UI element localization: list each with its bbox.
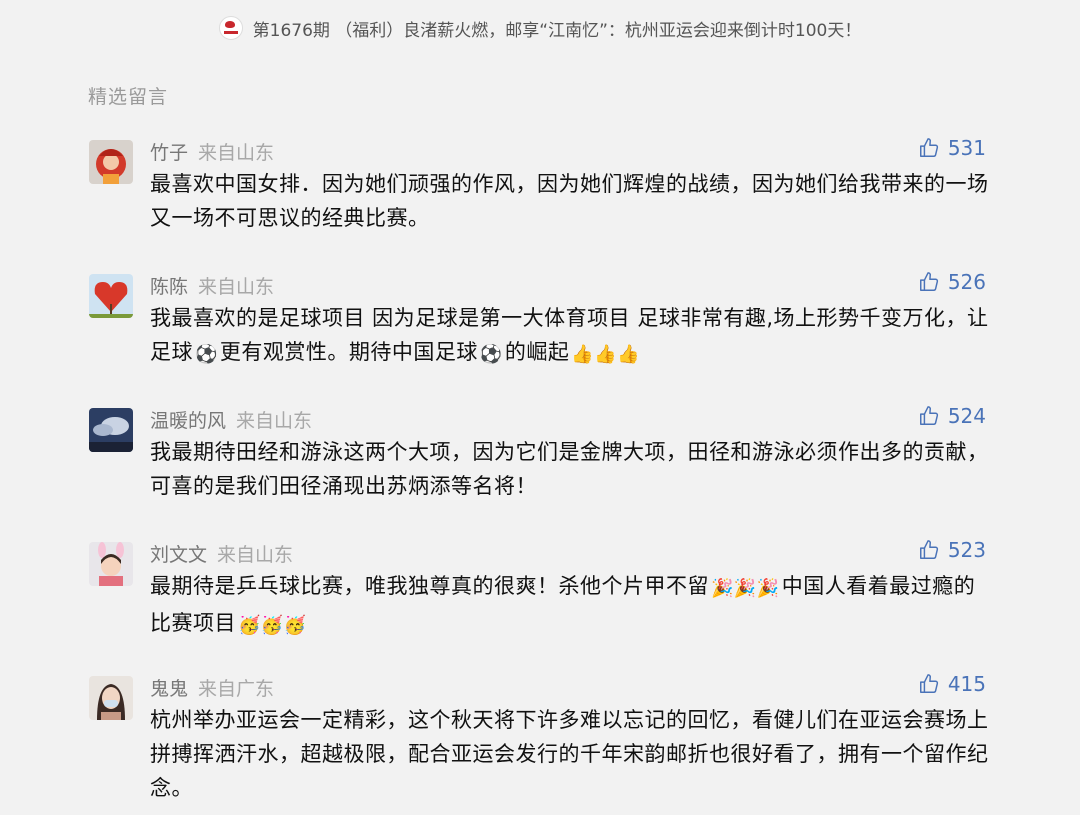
avatar[interactable] bbox=[89, 542, 133, 586]
commenter-location: 来自山东 bbox=[198, 142, 275, 164]
section-title: 精选留言 bbox=[88, 86, 169, 108]
commenter-location: 来自广东 bbox=[198, 678, 275, 700]
like-button[interactable]: 531 bbox=[918, 136, 986, 160]
article-header[interactable]: 第1676期 （福利）良渚薪火燃，邮享“江南忆”：杭州亚运会迎来倒计时100天！ bbox=[0, 0, 1080, 56]
thumbs-up-outline-icon bbox=[918, 539, 940, 561]
comment-meta: 温暖的风 来自山东 bbox=[150, 406, 312, 433]
avatar[interactable] bbox=[89, 140, 133, 184]
like-count: 524 bbox=[947, 404, 986, 428]
commenter-location: 来自山东 bbox=[198, 276, 275, 298]
thumbs-up-outline-icon bbox=[918, 137, 940, 159]
comment-item: 陈陈 来自山东 526 我最喜欢的是足球项目 因为足球是第一大体育项目 足球非常有… bbox=[0, 264, 1080, 398]
commenter-name[interactable]: 温暖的风 bbox=[150, 410, 226, 432]
like-count: 415 bbox=[947, 672, 986, 696]
comment-text: 最期待是乒乓球比赛，唯我独尊真的很爽！杀他个片甲不留 🎉🎉🎉中国人看着最过瘾的比赛… bbox=[150, 569, 990, 643]
comment-item: 刘文文 来自山东 523 最期待是乒乓球比赛，唯我独尊真的很爽！杀他个片甲不留 🎉🎉… bbox=[0, 532, 1080, 666]
thumbs-up-outline-icon bbox=[918, 271, 940, 293]
comment-text: 我最期待田经和游泳这两个大项，因为它们是金牌大项，田径和游泳必须作出多的贡献，可… bbox=[150, 440, 989, 498]
like-count: 523 bbox=[947, 538, 986, 562]
like-button[interactable]: 415 bbox=[918, 672, 986, 696]
thumbs-up-outline-icon bbox=[918, 405, 940, 427]
comment-list: 竹子 来自山东 531 最喜欢中国女排．因为她们顽强的作风，因为她们辉煌的战绩，因… bbox=[0, 130, 1080, 800]
avatar[interactable] bbox=[89, 408, 133, 452]
party-popper-icon: 🎉🎉🎉 bbox=[711, 578, 780, 599]
comment-text-part: 更有观赏性。期待中国足球 bbox=[219, 340, 478, 364]
avatar[interactable] bbox=[89, 274, 133, 318]
comment-meta: 刘文文 来自山东 bbox=[150, 540, 293, 567]
thumbs-up-outline-icon bbox=[918, 673, 940, 695]
comment-text: 最喜欢中国女排．因为她们顽强的作风，因为她们辉煌的战绩，因为她们给我带来的一场又… bbox=[150, 172, 989, 230]
comment-text: 杭州举办亚运会一定精彩，这个秋天将下许多难以忘记的回忆，看健儿们在亚运会赛场上拼… bbox=[150, 708, 989, 800]
avatar[interactable] bbox=[89, 676, 133, 720]
commenter-name[interactable]: 陈陈 bbox=[150, 276, 188, 298]
soccer-ball-icon: ⚽ bbox=[479, 344, 503, 365]
comment-text-part: 的崛起 bbox=[504, 340, 570, 364]
like-button[interactable]: 526 bbox=[918, 270, 986, 294]
comment-text: 我最喜欢的是足球项目 因为足球是第一大体育项目 足球非常有趣,场上形势千变万化，… bbox=[150, 301, 990, 372]
comment-item: 温暖的风 来自山东 524 我最期待田经和游泳这两个大项，因为它们是金牌大项，田径… bbox=[0, 398, 1080, 532]
commenter-name[interactable]: 竹子 bbox=[150, 142, 188, 164]
commenter-name[interactable]: 鬼鬼 bbox=[150, 678, 188, 700]
like-button[interactable]: 523 bbox=[918, 538, 986, 562]
like-count: 526 bbox=[947, 270, 986, 294]
commenter-location: 来自山东 bbox=[217, 544, 294, 566]
like-button[interactable]: 524 bbox=[918, 404, 986, 428]
comment-text-part: 最期待是乒乓球比赛，唯我独尊真的很爽！杀他个片甲不留 bbox=[150, 574, 709, 598]
comment-meta: 陈陈 来自山东 bbox=[150, 272, 274, 299]
comment-item: 竹子 来自山东 531 最喜欢中国女排．因为她们顽强的作风，因为她们辉煌的战绩，因… bbox=[0, 130, 1080, 264]
comment-meta: 竹子 来自山东 bbox=[150, 138, 274, 165]
like-count: 531 bbox=[947, 136, 986, 160]
commenter-location: 来自山东 bbox=[236, 410, 313, 432]
soccer-ball-icon: ⚽ bbox=[195, 344, 218, 365]
666-face-emoji-icon: 🥳🥳🥳 bbox=[238, 615, 307, 636]
comment-item: 鬼鬼 来自广东 415 杭州举办亚运会一定精彩，这个秋天将下许多难以忘记的回忆，看… bbox=[0, 666, 1080, 800]
thumbs-up-emoji-icon: 👍👍👍 bbox=[571, 344, 641, 365]
commenter-name[interactable]: 刘文文 bbox=[150, 544, 207, 566]
comment-meta: 鬼鬼 来自广东 bbox=[150, 674, 274, 701]
article-title[interactable]: 第1676期 （福利）良渚薪火燃，邮享“江南忆”：杭州亚运会迎来倒计时100天！ bbox=[253, 16, 862, 41]
newspaper-logo-icon bbox=[218, 16, 243, 40]
